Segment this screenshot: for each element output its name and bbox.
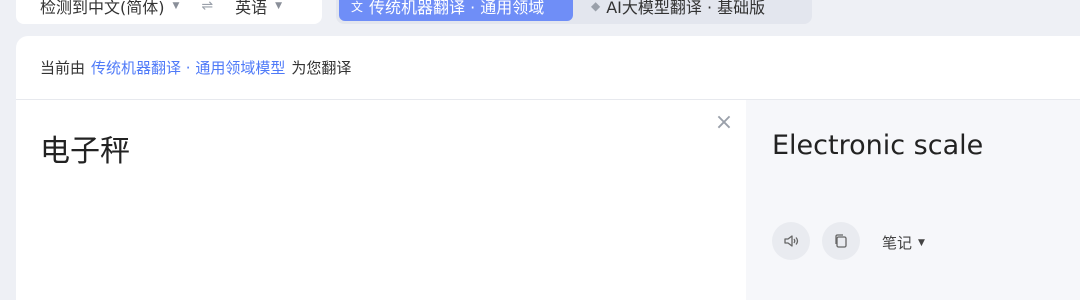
clear-button[interactable]: × xyxy=(712,109,736,135)
model-link[interactable]: 传统机器翻译 · 通用领域模型 xyxy=(91,57,285,78)
speak-button[interactable] xyxy=(772,222,810,260)
source-pane[interactable]: 电子秤 × xyxy=(16,100,746,300)
notes-label: 笔记 xyxy=(882,234,913,252)
speaker-icon xyxy=(784,235,799,247)
translation-notice: 当前由 传统机器翻译 · 通用领域模型 为您翻译 xyxy=(16,36,1080,100)
tab-ai-translation-label: AI大模型翻译 · 基础版 xyxy=(606,0,766,17)
source-language-dropdown[interactable]: 检测到中文(简体) ▼ xyxy=(40,0,179,18)
swap-languages-icon[interactable]: ⇌ xyxy=(201,0,213,14)
tab-machine-translation[interactable]: 文 传统机器翻译 · 通用领域 xyxy=(339,0,573,21)
source-language-label: 检测到中文(简体) xyxy=(40,0,165,17)
copy-button[interactable] xyxy=(822,222,860,260)
translation-mode-tabs: 文 传统机器翻译 · 通用领域 ◆ AI大模型翻译 · 基础版 xyxy=(336,0,812,24)
target-pane: Electronic scale 笔记 ▼ xyxy=(746,100,1080,300)
caret-down-icon: ▼ xyxy=(918,237,925,248)
caret-down-icon: ▼ xyxy=(172,1,180,11)
top-bar: 检测到中文(简体) ▼ ⇌ 英语 ▼ 文 传统机器翻译 · 通用领域 ◆ AI大… xyxy=(0,0,1080,36)
notice-prefix: 当前由 xyxy=(40,59,86,77)
translation-result: Electronic scale xyxy=(772,130,984,161)
notice-suffix: 为您翻译 xyxy=(291,59,352,77)
language-selector: 检测到中文(简体) ▼ ⇌ 英语 ▼ xyxy=(16,0,322,24)
notes-dropdown[interactable]: 笔记 ▼ xyxy=(882,232,925,253)
caret-down-icon: ▼ xyxy=(275,1,283,11)
tab-machine-translation-label: 传统机器翻译 · 通用领域 xyxy=(369,0,545,17)
target-language-label: 英语 xyxy=(235,0,268,17)
target-language-dropdown[interactable]: 英语 ▼ xyxy=(235,0,282,18)
source-text-input[interactable]: 电子秤 xyxy=(40,126,130,170)
translation-card: 当前由 传统机器翻译 · 通用领域模型 为您翻译 电子秤 × Electroni… xyxy=(16,36,1080,300)
tab-ai-translation[interactable]: ◆ AI大模型翻译 · 基础版 xyxy=(579,0,777,21)
translate-icon: 文 xyxy=(351,0,364,14)
cube-icon: ◆ xyxy=(591,0,601,13)
close-icon: × xyxy=(714,109,734,135)
copy-icon xyxy=(835,234,847,248)
